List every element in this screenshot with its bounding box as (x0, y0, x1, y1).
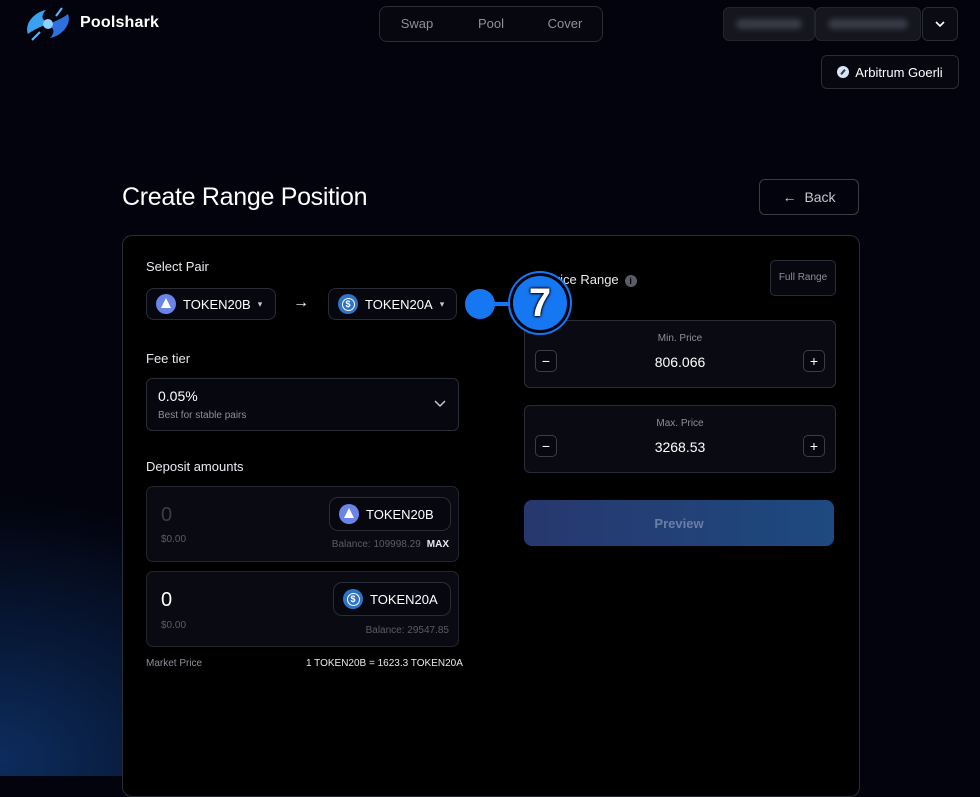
balance-text: Balance: 29547.85 (365, 625, 449, 636)
poolshark-logo (27, 7, 69, 41)
ethereum-token-icon (339, 504, 359, 524)
annotation-pointer (465, 289, 495, 319)
market-price-value: 1 TOKEN20B = 1623.3 TOKEN20A (306, 658, 463, 669)
usdc-token-icon: $ (338, 294, 358, 314)
nav-tab-pool[interactable]: Pool (454, 7, 528, 41)
deposit-token-symbol: TOKEN20A (370, 591, 438, 607)
deposit-token-button[interactable]: $ TOKEN20A (333, 582, 451, 616)
max-price-box: Max. Price 3268.53 − + (524, 405, 836, 473)
nav-tab-cover[interactable]: Cover (528, 7, 602, 41)
deposit-balance: Balance: 109998.29 MAX (332, 539, 449, 550)
account-balance-button[interactable] (723, 7, 815, 41)
max-price-decrease-button[interactable]: − (535, 435, 557, 457)
chevron-down-icon: ▾ (257, 298, 263, 309)
select-pair-label: Select Pair (146, 259, 209, 274)
max-price-label: Max. Price (656, 418, 704, 429)
min-price-increase-button[interactable]: + (803, 350, 825, 372)
deposit-usd-value: $0.00 (161, 620, 187, 631)
main-nav: Swap Pool Cover (379, 6, 603, 42)
info-icon[interactable]: i (624, 274, 637, 287)
ethereum-token-icon (156, 294, 176, 314)
token-out-symbol: TOKEN20A (365, 296, 433, 312)
deposit-row-token20b: 0 $0.00 TOKEN20B Balance: 109998.29 MAX (146, 486, 459, 562)
network-button[interactable]: Arbitrum Goerli (821, 55, 959, 89)
deposit-row-token20a: 0 $0.00 $ TOKEN20A Balance: 29547.85 (146, 571, 459, 647)
network-label: Arbitrum Goerli (855, 64, 943, 80)
arrow-left-icon: ← (782, 189, 797, 205)
fee-tier-label: Fee tier (146, 351, 191, 366)
max-price-input[interactable]: 3268.53 (525, 439, 835, 455)
min-price-decrease-button[interactable]: − (535, 350, 557, 372)
account-menu-button[interactable] (922, 7, 958, 41)
balance-text: Balance: 109998.29 (331, 539, 421, 550)
chevron-down-icon: ▾ (439, 298, 445, 309)
fee-tier-description: Best for stable pairs (158, 410, 247, 421)
arbitrum-icon (837, 66, 850, 78)
back-label: Back (804, 189, 836, 205)
account-address-button[interactable] (815, 7, 921, 41)
max-button[interactable]: MAX (427, 539, 449, 550)
pair-arrow-icon: → (293, 294, 309, 311)
deposit-amount-input[interactable]: 0 (161, 589, 172, 612)
step-number: 7 (528, 281, 552, 325)
deposit-usd-value: $0.00 (161, 534, 187, 545)
token-out-selector[interactable]: $ TOKEN20A ▾ (328, 288, 457, 320)
page-title: Create Range Position (122, 183, 368, 211)
full-range-button[interactable]: Full Range (770, 260, 836, 296)
token-in-selector[interactable]: TOKEN20B ▾ (146, 288, 276, 320)
max-price-increase-button[interactable]: + (803, 435, 825, 457)
usdc-token-icon: $ (343, 589, 363, 609)
preview-button[interactable]: Preview (524, 500, 834, 546)
token-in-symbol: TOKEN20B (183, 296, 251, 312)
chevron-down-icon (935, 21, 945, 27)
chevron-down-icon (434, 400, 446, 408)
step-number-badge: 7 (513, 276, 567, 330)
min-price-box: Min. Price 806.066 − + (524, 320, 836, 388)
deposit-token-button[interactable]: TOKEN20B (329, 497, 451, 531)
brand-name: Poolshark (80, 14, 160, 31)
deposit-amounts-label: Deposit amounts (146, 459, 244, 474)
back-button[interactable]: ← Back (759, 179, 859, 215)
deposit-amount-input[interactable]: 0 (161, 504, 172, 527)
fee-tier-value: 0.05% (158, 388, 198, 404)
min-price-input[interactable]: 806.066 (525, 354, 835, 370)
nav-tab-swap[interactable]: Swap (380, 7, 454, 41)
min-price-label: Min. Price (657, 333, 703, 344)
fee-tier-select[interactable]: 0.05% Best for stable pairs (146, 378, 459, 431)
deposit-token-symbol: TOKEN20B (366, 506, 434, 522)
market-price-label: Market Price (146, 658, 203, 669)
